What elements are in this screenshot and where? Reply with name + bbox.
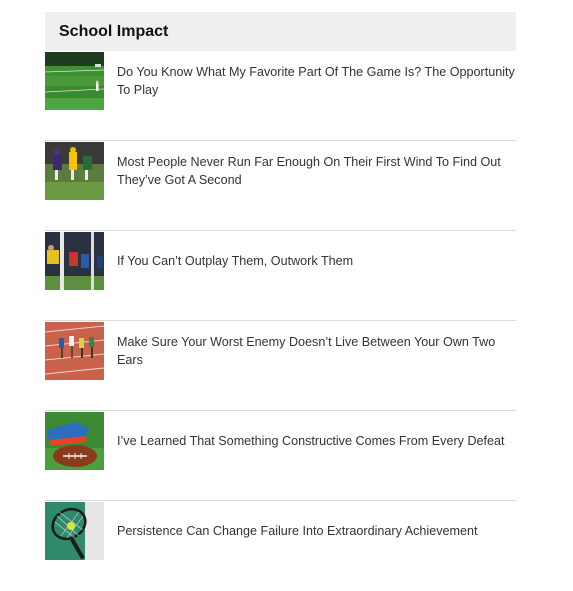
article-item[interactable]: Do You Know What My Favorite Part Of The…: [45, 51, 516, 141]
article-item[interactable]: Persistence Can Change Failure Into Extr…: [45, 501, 516, 591]
goalkeeper-photo[interactable]: [45, 232, 104, 290]
article-title-link[interactable]: Most People Never Run Far Enough On Thei…: [117, 141, 516, 200]
article-title-link[interactable]: If You Can’t Outplay Them, Outwork Them: [117, 231, 516, 290]
widget-title: School Impact: [59, 22, 169, 40]
article-item[interactable]: Make Sure Your Worst Enemy Doesn’t Live …: [45, 321, 516, 411]
school-impact-widget: School Impact Do You Know What My Favori…: [45, 12, 516, 591]
tennis-racket-photo[interactable]: [45, 502, 104, 560]
article-title-link[interactable]: Make Sure Your Worst Enemy Doesn’t Live …: [117, 321, 516, 380]
football-players-photo[interactable]: [45, 142, 104, 200]
article-title-link[interactable]: Persistence Can Change Failure Into Extr…: [117, 501, 516, 560]
article-title-link[interactable]: I’ve Learned That Something Constructive…: [117, 411, 516, 470]
football-field-photo[interactable]: [45, 52, 104, 110]
article-item[interactable]: Most People Never Run Far Enough On Thei…: [45, 141, 516, 231]
article-item[interactable]: I’ve Learned That Something Constructive…: [45, 411, 516, 501]
article-item[interactable]: If You Can’t Outplay Them, Outwork Them: [45, 231, 516, 321]
track-runners-photo[interactable]: [45, 322, 104, 380]
article-title-link[interactable]: Do You Know What My Favorite Part Of The…: [117, 51, 516, 110]
football-and-cleats-photo[interactable]: [45, 412, 104, 470]
widget-header: School Impact: [45, 12, 516, 51]
